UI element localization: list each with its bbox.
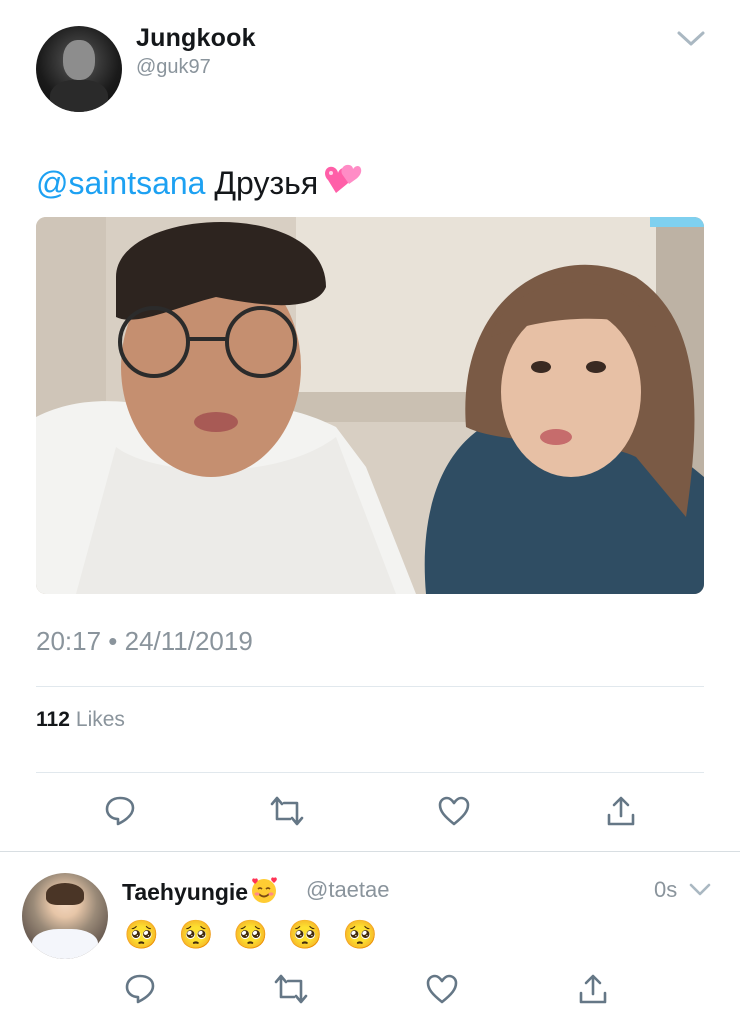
reply-author-name-text: Taehyungie [122, 879, 249, 905]
reply-tweet[interactable]: Taehyungie @taetae 0s 🥺 🥺 🥺 🥺 🥺 [0, 852, 740, 1024]
like-button[interactable] [437, 794, 471, 828]
retweet-icon [274, 974, 308, 1004]
author-display-name[interactable]: Jungkook [136, 24, 256, 53]
mention-link[interactable]: @saintsana [36, 165, 205, 201]
avatar-body-shape [50, 80, 108, 112]
reply-author-avatar[interactable] [22, 873, 108, 959]
like-button[interactable] [425, 972, 459, 1006]
retweet-button[interactable] [274, 972, 308, 1006]
share-button[interactable] [576, 972, 610, 1006]
heart-icon [438, 796, 470, 826]
divider [36, 772, 704, 773]
smiling-face-with-hearts-icon [252, 877, 277, 903]
tweet-detail: Jungkook @guk97 @saintsana Друзья 20:17 … [0, 0, 740, 852]
likes-label: Likes [75, 708, 125, 731]
retweet-icon [270, 796, 304, 826]
reply-icon [125, 974, 155, 1004]
tweet-body-text: Друзья [214, 165, 319, 201]
heart-emoji-icon [325, 164, 362, 193]
avatar-shirt-shape [32, 929, 98, 959]
reply-icon [105, 796, 135, 826]
share-button[interactable] [604, 794, 638, 828]
reply-timestamp: 0s [654, 877, 678, 902]
share-icon [579, 974, 607, 1004]
reply-button[interactable] [103, 793, 137, 827]
chevron-down-icon[interactable] [676, 28, 706, 50]
avatar-face-shape [63, 40, 95, 80]
tweet-photo[interactable] [36, 217, 704, 594]
likes-summary[interactable]: 112 Likes [36, 708, 125, 732]
reply-author-name[interactable]: Taehyungie [122, 876, 278, 906]
chevron-down-icon[interactable] [688, 881, 712, 899]
divider [36, 686, 704, 687]
reply-button[interactable] [123, 971, 157, 1005]
photo-illustration [36, 217, 704, 594]
likes-count: 112 [36, 708, 70, 731]
retweet-button[interactable] [270, 794, 304, 828]
author-avatar[interactable] [36, 26, 122, 112]
reply-text: 🥺 🥺 🥺 🥺 🥺 [124, 919, 384, 950]
author-handle[interactable]: @guk97 [136, 56, 211, 79]
avatar-hair-shape [46, 883, 84, 905]
heart-icon [426, 974, 458, 1004]
share-icon [607, 796, 635, 826]
reply-author-handle[interactable]: @taetae [306, 877, 390, 903]
tweet-text: @saintsana Друзья [36, 162, 362, 202]
tweet-timestamp: 20:17 • 24/11/2019 [36, 626, 253, 656]
